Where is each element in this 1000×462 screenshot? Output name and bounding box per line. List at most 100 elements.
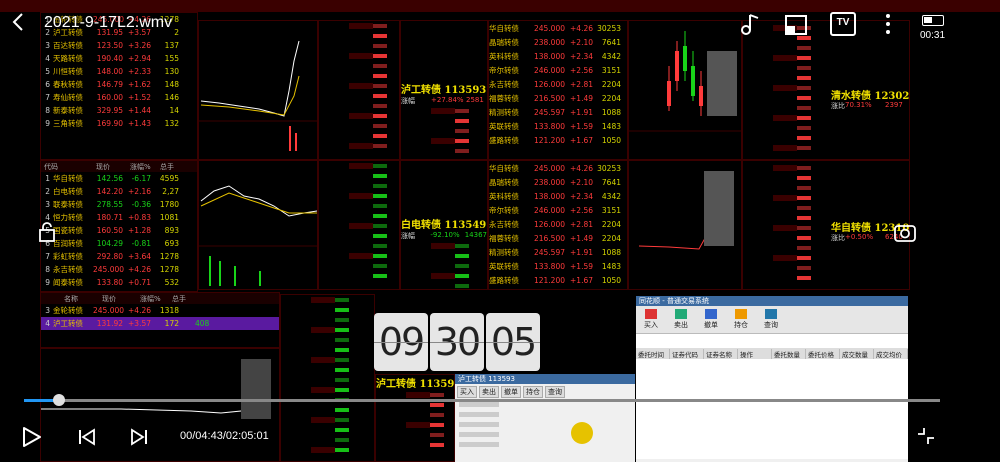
trade-column-header[interactable]: 操作 <box>738 348 772 359</box>
mid-list-row[interactable]: 英联转债 133.800 +1.59 1483 <box>489 259 627 273</box>
trade-toolbar-button[interactable]: 买入 <box>639 309 663 330</box>
watchlist-row[interactable]: 1 华自转债 142.56 -6.17 4595 <box>41 172 197 185</box>
mid-list-row[interactable]: 盛路转债 121.200 +1.67 1050 <box>489 133 627 147</box>
watchlist-row[interactable]: 9 三角转债 169.90 +1.43 132 <box>41 117 197 130</box>
music-icon[interactable] <box>738 12 762 36</box>
watchlist-row[interactable]: 5 川恒转债 148.00 +2.33 130 <box>41 65 197 78</box>
watchlist-row[interactable]: 6 春秋转债 146.79 +1.62 148 <box>41 78 197 91</box>
decorative-row <box>281 315 374 325</box>
more-icon[interactable] <box>884 12 892 36</box>
row-price: 104.29 <box>96 239 123 248</box>
seek-handle[interactable] <box>52 394 65 406</box>
toolbar-label: 买入 <box>644 321 658 329</box>
trade-column-header[interactable]: 成交数量 <box>840 348 874 359</box>
power-saving-button[interactable]: 省电 <box>727 430 751 447</box>
trade-column-header[interactable]: 证券代码 <box>670 348 704 359</box>
mid-list-row[interactable]: 精测转债 245.597 +1.91 1088 <box>489 105 627 119</box>
mid-list-row[interactable]: 英科转债 138.000 +2.34 4342 <box>489 49 627 63</box>
order-tab[interactable]: 买入 <box>457 386 477 398</box>
trade-column-header[interactable]: 委托价格 <box>806 348 840 359</box>
decorative-row <box>281 425 374 435</box>
trade-toolbar-button[interactable]: 卖出 <box>669 309 693 330</box>
seek-bar[interactable] <box>24 399 940 402</box>
order-tab[interactable]: 撤单 <box>501 386 521 398</box>
tv-cast-icon[interactable]: TV <box>830 12 856 36</box>
row-volume: 532 <box>164 278 179 287</box>
row-volume: 132 <box>164 119 179 128</box>
watchlist-row[interactable]: 3 金轮转债 245.000 +4.26 1318 <box>41 304 279 317</box>
watchlist-bottom-panel: 名称 现价 涨幅% 总手 3 金轮转债 245.000 +4.26 1318 4 泸工转债 1… <box>40 292 280 348</box>
row-index: 3 <box>45 306 50 315</box>
watchlist-row[interactable]: 2 白电转债 142.20 +2.16 2,27 <box>41 185 197 198</box>
watchlist-row[interactable]: 8 新泰转债 329.95 +1.44 14 <box>41 104 197 117</box>
next-icon[interactable] <box>130 428 148 446</box>
row-price: 142.20 <box>96 187 123 196</box>
decorative-row <box>319 121 399 131</box>
screenshot-icon[interactable] <box>894 222 916 242</box>
trade-toolbar-button[interactable]: 查询 <box>759 309 783 330</box>
row-change: +1.67 <box>570 135 593 145</box>
trade-column-header[interactable]: 证券名称 <box>704 348 738 359</box>
order-tab[interactable]: 持仓 <box>523 386 543 398</box>
watchlist-row[interactable]: 3 百达转债 123.50 +3.26 137 <box>41 39 197 52</box>
lock-icon[interactable] <box>38 222 56 242</box>
decorative-row <box>281 415 374 425</box>
watchlist-row[interactable]: 6 百润转债 104.29 -0.81 693 <box>41 237 197 250</box>
row-change: +2.33 <box>128 67 151 76</box>
mid-list-row[interactable]: 晶瑞转债 238.000 +2.10 7641 <box>489 35 627 49</box>
watchlist-row[interactable]: 9 闻泰转债 133.80 +0.71 532 <box>41 276 197 289</box>
decorative-row <box>319 71 399 81</box>
row-name: 精测转债 <box>489 247 519 257</box>
watchlist-row[interactable]: 3 联泰转债 278.55 -0.36 1780 <box>41 198 197 211</box>
trade-toolbar-button[interactable]: 持仓 <box>729 309 753 330</box>
order-tab[interactable]: 卖出 <box>479 386 499 398</box>
watchlist-row[interactable]: 4 天路转债 190.40 +2.94 155 <box>41 52 197 65</box>
mid-list-row[interactable]: 福蓉转债 216.500 +1.49 2204 <box>489 91 627 105</box>
row-volume: 4595 <box>159 174 179 183</box>
order-window-title: 泸工转债 113593 <box>455 374 635 384</box>
trade-column-header[interactable]: 委托时间 <box>636 348 670 359</box>
watchlist-row[interactable]: 4 泸工转债 131.92 +3.57 172 408 <box>41 317 279 330</box>
watchlist-row[interactable]: 4 恒力转债 180.71 +0.83 1081 <box>41 211 197 224</box>
order-tab[interactable]: 查询 <box>545 386 565 398</box>
clock-minutes: 30 <box>430 313 484 371</box>
row-name: 春秋转债 <box>53 80 83 89</box>
decorative-row <box>319 101 399 111</box>
decorative-row <box>743 243 829 253</box>
mid-list-row[interactable]: 帝尔转债 246.000 +2.56 3151 <box>489 63 627 77</box>
trade-toolbar-button[interactable]: 撤单 <box>699 309 723 330</box>
row-price: 160.00 <box>96 93 123 102</box>
mid-list-row[interactable]: 晶瑞转债 238.000 +2.10 7641 <box>489 175 627 189</box>
back-arrow-icon[interactable] <box>10 12 26 32</box>
mid-list-row[interactable]: 英联转债 133.800 +1.59 1483 <box>489 119 627 133</box>
row-price: 133.800 <box>533 121 565 131</box>
previous-icon[interactable] <box>78 428 96 446</box>
mid-list-row[interactable]: 福蓉转债 216.500 +1.49 2204 <box>489 231 627 245</box>
mid-list-row[interactable]: 帝尔转债 246.000 +2.56 3151 <box>489 203 627 217</box>
watchlist-row[interactable]: 7 彩虹转债 292.80 +3.64 1278 <box>41 250 197 263</box>
row-index: 3 <box>45 41 50 50</box>
decorative-row <box>743 73 829 83</box>
mid-list-row[interactable]: 华自转债 245.000 +4.26 30253 <box>489 21 627 35</box>
decorative-row <box>743 143 829 153</box>
watchlist-row[interactable]: 5 国瓷转债 160.50 +1.28 893 <box>41 224 197 237</box>
watchlist-row[interactable]: 8 永吉转债 245.000 +4.26 1278 <box>41 263 197 276</box>
play-icon[interactable] <box>20 426 42 448</box>
mid-list-row[interactable]: 英科转债 138.000 +2.34 4342 <box>489 189 627 203</box>
trade-column-header[interactable]: 成交均价 <box>874 348 908 359</box>
mid-list-row[interactable]: 华自转债 245.000 +4.26 30253 <box>489 161 627 175</box>
exit-fullscreen-icon[interactable] <box>916 426 936 446</box>
watchlist-row[interactable]: 7 寿仙转债 160.00 +1.52 146 <box>41 91 197 104</box>
share-icon[interactable] <box>854 426 872 446</box>
trade-column-header[interactable]: 委托数量 <box>772 348 806 359</box>
pip-icon[interactable] <box>784 14 808 36</box>
mid-list-row[interactable]: 永吉转债 126.000 +2.81 2204 <box>489 217 627 231</box>
quote-panel-bottom: 泸工转债 113593 <box>375 374 455 462</box>
decorative-row <box>743 133 829 143</box>
mid-list-row[interactable]: 盛路转债 121.200 +1.67 1050 <box>489 273 627 287</box>
row-price: 238.000 <box>533 177 565 187</box>
mid-list-row[interactable]: 永吉转债 126.000 +2.81 2204 <box>489 77 627 91</box>
decorative-row <box>281 345 374 355</box>
speed-button[interactable]: 0.25X <box>782 430 813 444</box>
mid-list-row[interactable]: 精测转债 245.597 +1.91 1088 <box>489 245 627 259</box>
